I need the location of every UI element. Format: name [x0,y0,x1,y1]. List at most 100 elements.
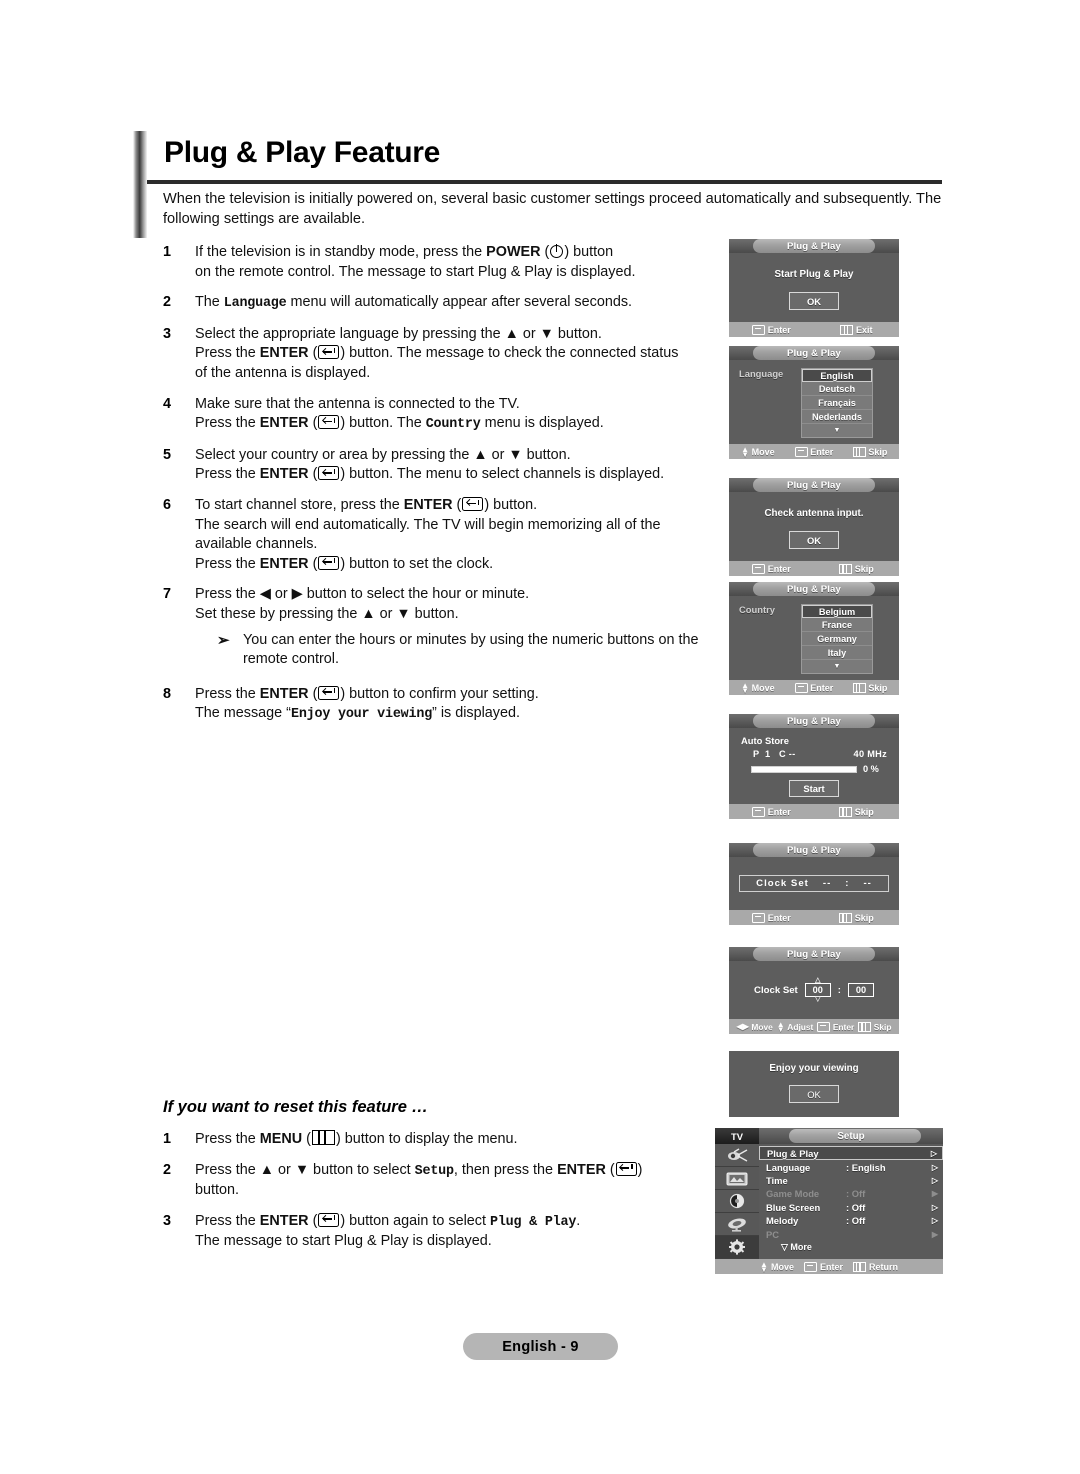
clock-minute-value[interactable]: 00 [847,983,874,997]
setup-menu-row[interactable]: Time ▷ [759,1174,943,1187]
setup-menu-row[interactable]: Language: English ▷ [759,1160,943,1173]
step-body: The Language menu will automatically app… [195,293,708,314]
setup-row-name: Plug & Play [767,1147,819,1159]
input-icon[interactable] [715,1144,759,1167]
chevron-down-icon[interactable]: ▼ [802,424,872,437]
osd-title-text: Plug & Play [787,715,841,727]
updown-icon: ▲ ▼ [741,680,750,695]
osd-country-list[interactable]: Belgium France Germany Italy ▼ [801,604,873,674]
menu-icon [311,1130,335,1145]
enter-icon [752,912,766,923]
setup-footer: ▲ ▼ Move Enter Return [715,1259,943,1274]
step-line: The search will end automatically. The T… [195,516,661,533]
osd-footer: ▲ ▼ Move Enter Skip [729,680,899,695]
step-number: 4 [163,395,172,412]
osd-ok-button[interactable]: OK [789,292,839,310]
step-number: 2 [163,294,172,311]
setup-more-row[interactable]: ▽ More [759,1241,943,1254]
setup-menu-row[interactable]: Melody: Off ▷ [759,1214,943,1227]
sound-icon[interactable] [715,1190,759,1213]
clock-hour-value[interactable]: 00 [804,983,831,997]
osd-hint-move: ◀▶ Move [737,1022,773,1032]
clock-set-label: Clock Set [754,984,798,996]
enter-icon [318,1212,340,1227]
clock-colon: : [845,878,850,889]
setup-titlebar: Setup [759,1128,943,1144]
step-line: Press the ENTER () button again to selec… [195,1212,581,1230]
osd-hint-enter: Enter [786,682,842,693]
step: 8 Press the ENTER () button to confirm yo… [163,685,708,725]
setup-hint-label: Move [770,1261,794,1272]
osd-hint-label: Exit [855,324,873,335]
enter-icon [462,496,484,511]
osd-hint-enter: Enter [729,563,814,574]
osd-hint-enter: Enter [729,912,814,923]
setup-menu-row[interactable]: Plug & Play ▷ [759,1146,943,1161]
osd-list-item[interactable]: France [802,618,872,632]
osd-title-text: Plug & Play [787,583,841,595]
osd-hint-label: Skip [868,682,888,693]
osd-title-text: Plug & Play [787,948,841,960]
osd-list-item[interactable]: Germany [802,632,872,646]
setup-gear-icon[interactable] [715,1236,759,1259]
setup-menu-main: TV Setup Plug & Play ▷ Language: Englis… [715,1128,943,1259]
osd-ok-button[interactable]: OK [789,1085,839,1103]
menu-icon [839,806,853,817]
step: 4 Make sure that the antenna is connected… [163,395,708,435]
updown-icon: ▲ ▼ [759,1259,768,1274]
osd-hint-enter: Enter [786,446,842,457]
osd-language-list[interactable]: English Deutsch Français Nederlands ▼ [801,368,873,438]
osd-list-item[interactable]: Nederlands [802,410,872,424]
caret-down-icon[interactable]: ▽ [815,996,820,1003]
chevron-right-icon: ▶ [931,1229,938,1239]
channel-icon[interactable] [715,1213,759,1236]
setup-hint-label: Return [869,1261,899,1272]
osd-title-text: Plug & Play [787,479,841,491]
osd-body: Check antenna input. OK [729,492,899,561]
osd-footer: Enter Skip [729,561,899,576]
osd-hint-label: Skip [854,563,874,574]
step-number: 8 [163,685,172,702]
step-body: If the television is in standby mode, pr… [195,243,708,282]
osd-ok-button[interactable]: OK [789,531,839,549]
prog-c-value: -- [788,749,796,759]
osd-title-text: Plug & Play [787,347,841,359]
step: 6 To start channel store, press the ENTER… [163,496,708,574]
osd-hint-enter: Enter [729,324,814,335]
menu-icon [858,1021,872,1032]
step-line: on the remote control. The message to st… [195,263,636,280]
clock-set-field[interactable]: Clock Set -- : -- [739,875,889,892]
updown-icon: ▲ ▼ [776,1019,785,1034]
menu-icon [852,446,866,457]
osd-list-item[interactable]: Deutsch [802,382,872,396]
setup-menu-row[interactable]: Game Mode: Off ▶ [759,1187,943,1200]
chevron-right-icon: ▷ [930,1148,937,1158]
osd-list-item[interactable]: Français [802,396,872,410]
osd-footer: Enter Skip [729,910,899,925]
enter-icon [615,1161,637,1176]
osd-list-item-selected[interactable]: English [802,369,872,382]
enter-icon [752,806,766,817]
progress-percent: 0 % [863,764,879,774]
osd-hint-skip: Skip [842,446,898,457]
osd-message: Check antenna input. [764,508,864,519]
osd-list-item-selected[interactable]: Belgium [802,605,872,618]
step-line: Press the ENTER () button. The message t… [195,345,679,362]
osd-hint-skip: Skip [842,682,898,693]
osd-list-item[interactable]: Italy [802,646,872,660]
osd-message: Enjoy your viewing [769,1063,859,1074]
clock-set-label: Clock Set [756,878,809,889]
osd-titlebar: Plug & Play [729,478,899,492]
osd-list-label: Language [739,368,784,379]
setup-hint-move: ▲ ▼ Move [759,1259,794,1274]
chevron-down-icon[interactable]: ▼ [802,660,872,673]
step-line: The Language menu will automatically app… [195,294,633,312]
enter-icon [794,446,808,457]
auto-store-start-button[interactable]: Start [789,780,839,797]
clock-hour-stepper[interactable]: △ 00 ▽ [804,977,831,1003]
setup-menu-row[interactable]: Blue Screen: Off ▷ [759,1201,943,1214]
osd-titlebar: Plug & Play [729,346,899,360]
picture-icon[interactable] [715,1167,759,1190]
prog-p-label: P [753,749,760,759]
setup-menu-row[interactable]: PC ▶ [759,1227,943,1240]
